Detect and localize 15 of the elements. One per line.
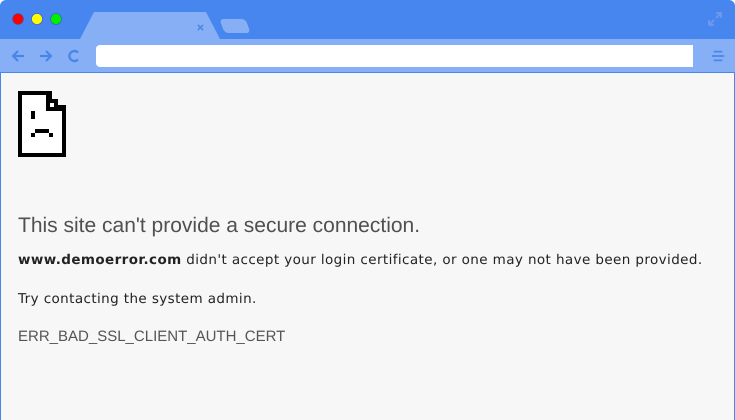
reload-icon[interactable] xyxy=(66,48,82,64)
expand-icon[interactable] xyxy=(707,11,723,27)
minimize-icon[interactable] xyxy=(31,13,43,25)
sad-document-icon xyxy=(18,91,68,157)
hint-text: Try contacting the system admin. xyxy=(18,291,258,308)
address-field[interactable] xyxy=(96,44,693,66)
forward-icon[interactable] xyxy=(38,48,54,64)
close-icon[interactable] xyxy=(12,13,24,25)
maximize-icon[interactable] xyxy=(50,13,62,25)
error-message: www.demoerror.com didn't accept your login certificate, or one may not have been provided. xyxy=(18,252,704,269)
new-tab-button[interactable] xyxy=(219,19,251,33)
error-heading: This site can't provide a secure connection. xyxy=(18,214,422,238)
error-code: ERR_BAD_SSL_CLIENT_AUTH_CERT xyxy=(18,328,286,345)
close-icon[interactable] xyxy=(197,24,204,31)
back-icon[interactable] xyxy=(10,48,26,64)
